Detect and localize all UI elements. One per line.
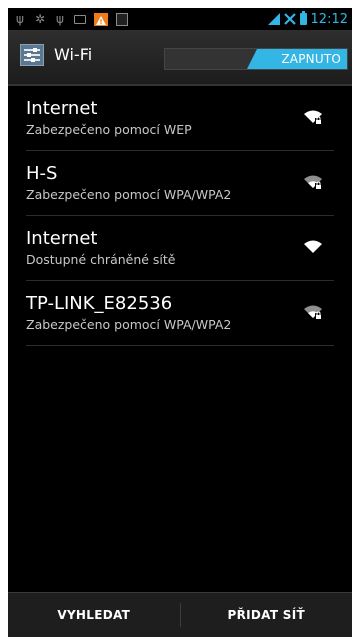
wifi-toggle[interactable]: ZAPNUTO [164, 48, 348, 70]
network-ssid: Internet [26, 228, 98, 249]
network-item[interactable]: Internet Dostupné chráněné sítě [26, 216, 334, 281]
network-ssid: TP-LINK_E82536 [26, 293, 173, 314]
notification-icons: ψ ✲ ψ [8, 12, 128, 26]
wifi-toggle-label: ZAPNUTO [247, 49, 347, 69]
page-title: Wi-Fi [54, 45, 93, 64]
network-security: Zabezpečeno pomocí WEP [26, 122, 192, 137]
wifi-settings-icon[interactable] [20, 44, 44, 66]
network-item[interactable]: Internet Zabezpečeno pomocí WEP [26, 86, 334, 151]
add-network-button[interactable]: PŘIDAT SÍŤ [181, 593, 353, 637]
signal-icon [267, 13, 280, 25]
bottom-action-bar: VYHLEDAT PŘIDAT SÍŤ [8, 592, 352, 637]
network-item[interactable]: H-S Zabezpečeno pomocí WPA/WPA2 [26, 151, 334, 216]
network-list: Internet Zabezpečeno pomocí WEP H-S Zabe… [8, 86, 352, 346]
usb-icon: ψ [56, 12, 64, 26]
scan-button[interactable]: VYHLEDAT [8, 593, 180, 637]
debug-icon: ✲ [34, 12, 46, 26]
network-security: Zabezpečeno pomocí WPA/WPA2 [26, 187, 232, 202]
airplane-mode-icon [283, 13, 296, 25]
battery-icon [299, 11, 307, 25]
network-item[interactable]: TP-LINK_E82536 Zabezpečeno pomocí WPA/WP… [26, 281, 334, 346]
wifi-icon [304, 240, 322, 253]
wifi-locked-icon [304, 110, 322, 124]
network-security: Dostupné chráněné sítě [26, 252, 176, 267]
nfc-icon [116, 12, 128, 26]
usb-icon: ψ [16, 12, 24, 26]
wifi-locked-icon [304, 175, 322, 189]
wifi-locked-icon [304, 305, 322, 319]
warning-icon [94, 12, 108, 26]
network-ssid: H-S [26, 163, 58, 184]
clock: 12:12 [310, 11, 348, 27]
system-icons: 12:12 [267, 8, 348, 30]
battery-icon [74, 13, 86, 25]
status-bar: ψ ✲ ψ 12:12 [8, 8, 352, 30]
phone-screen: ψ ✲ ψ 12:12 Wi-Fi ZAPNUTO Internet Zabez… [8, 8, 352, 637]
action-bar: Wi-Fi ZAPNUTO [8, 30, 352, 86]
network-security: Zabezpečeno pomocí WPA/WPA2 [26, 317, 232, 332]
network-ssid: Internet [26, 98, 98, 119]
